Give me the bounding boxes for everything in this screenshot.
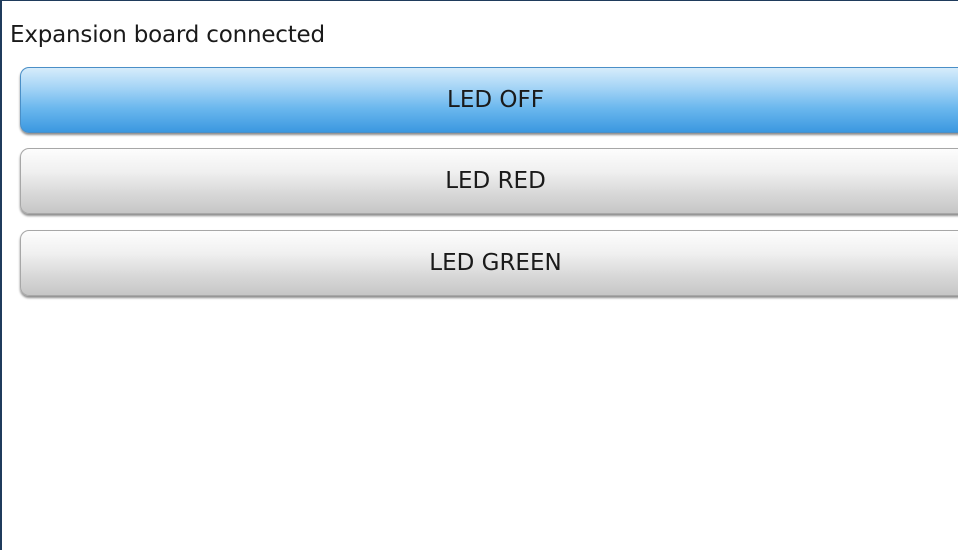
- led-off-label: LED OFF: [447, 87, 544, 113]
- app-screen: Expansion board connected LED OFF LED RE…: [0, 0, 958, 550]
- led-off-button[interactable]: LED OFF: [20, 67, 958, 133]
- led-green-button[interactable]: LED GREEN: [20, 230, 958, 296]
- connection-status-text: Expansion board connected: [10, 22, 325, 48]
- led-red-label: LED RED: [445, 168, 546, 194]
- led-red-button[interactable]: LED RED: [20, 148, 958, 214]
- led-green-label: LED GREEN: [429, 250, 562, 276]
